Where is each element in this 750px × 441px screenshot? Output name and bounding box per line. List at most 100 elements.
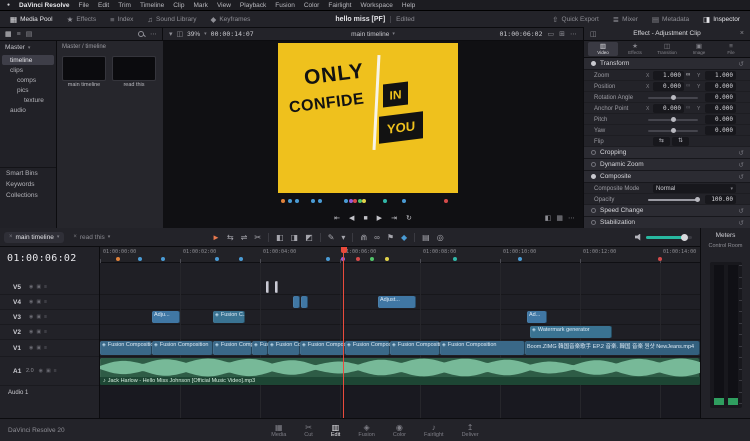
clip-v1-7[interactable]: ◈Fusion Composition: [390, 341, 440, 355]
timeline-marker[interactable]: [370, 257, 374, 261]
timeline-ruler[interactable]: 01:00:00:0001:00:02:0001:00:04:0001:00:0…: [100, 247, 700, 263]
toolbar-button-sound-library[interactable]: ♫Sound Library: [141, 13, 202, 26]
menu-playback[interactable]: Playback: [240, 2, 266, 9]
go-to-last-frame-button[interactable]: ⇥: [391, 214, 397, 222]
clip-v1-9[interactable]: Boom.ZIMG 韓国音楽歌手 EP.2 音楽. 韓国 音楽 원샷 NewJe…: [525, 341, 700, 355]
value-anchor-point-y[interactable]: 0.000: [705, 104, 736, 113]
timeline-select[interactable]: main timeline: [351, 31, 389, 38]
chevron-down-icon[interactable]: ▾: [108, 234, 111, 240]
toolbar-button-mixer[interactable]: ≣Mixer: [607, 13, 644, 26]
value-yaw[interactable]: 0.000: [705, 126, 736, 135]
value-position-x[interactable]: 0.000: [653, 82, 684, 91]
viewer-marker[interactable]: [318, 199, 322, 203]
clip-v1-8[interactable]: ◈Fusion Composition: [440, 341, 525, 355]
track-header-v5[interactable]: V5◉▣≡: [0, 280, 99, 295]
sidebar-keywords[interactable]: Keywords: [0, 179, 56, 190]
control-room-label[interactable]: Control Room: [701, 243, 750, 249]
section-enable-dot[interactable]: [591, 150, 596, 155]
section-header-dynamic-zoom[interactable]: Dynamic Zoom↺: [584, 159, 750, 171]
selection-mode-tool[interactable]: ►: [212, 233, 220, 242]
menu-fairlight[interactable]: Fairlight: [328, 2, 351, 9]
auto-select-icon[interactable]: ≡: [44, 345, 47, 351]
track-lock-icon[interactable]: ▣: [46, 368, 51, 374]
replace-clip-button[interactable]: ◩: [305, 233, 313, 242]
timeline-view-options-button[interactable]: ▤: [422, 233, 430, 242]
timeline-marker[interactable]: [138, 257, 142, 261]
bin-clips[interactable]: clips: [2, 65, 54, 75]
track-lock-icon[interactable]: ▣: [36, 299, 41, 305]
volume-slider[interactable]: [646, 236, 692, 239]
clip-v3-0[interactable]: Adju...: [152, 311, 180, 323]
timeline-marker[interactable]: [326, 257, 330, 261]
reset-icon[interactable]: ↺: [739, 60, 744, 68]
inspector-tab-transition[interactable]: ◫Transition: [652, 42, 682, 56]
timeline-marker[interactable]: [658, 257, 662, 261]
clip-v5-0[interactable]: [266, 281, 269, 293]
track-visibility-icon[interactable]: ◉: [29, 314, 33, 320]
menu-edit[interactable]: Edit: [98, 2, 109, 9]
auto-select-icon[interactable]: ≡: [54, 368, 57, 374]
toolbar-button-metadata[interactable]: ▤Metadata: [646, 13, 695, 26]
media-clip-main-timeline[interactable]: main timeline: [62, 56, 106, 88]
track-lane-v3[interactable]: [100, 310, 700, 325]
track-visibility-icon[interactable]: ◉: [29, 329, 33, 335]
track-lane-v5[interactable]: [100, 280, 700, 295]
timeline-marker[interactable]: [239, 257, 243, 261]
section-header-cropping[interactable]: Cropping↺: [584, 147, 750, 159]
zoom-preset-button[interactable]: ◎: [437, 233, 444, 242]
timeline-body[interactable]: Adjust...Adju...◈Fusion C...Ad...◈Waterm…: [100, 247, 700, 418]
value-anchor-point-x[interactable]: 0.000: [653, 104, 684, 113]
track-lock-icon[interactable]: ▣: [36, 314, 41, 320]
toolbar-button-media-pool[interactable]: ▦Media Pool: [4, 13, 59, 26]
page-fairlight[interactable]: ♪Fairlight: [424, 423, 444, 438]
dynamic-trim-mode-tool[interactable]: ⇌: [241, 233, 248, 242]
reset-icon[interactable]: ↺: [739, 219, 744, 227]
section-enable-dot[interactable]: [591, 162, 596, 167]
bin-timeline[interactable]: timeline: [2, 55, 54, 65]
clip-v1-1[interactable]: ◈Fusion Composition: [152, 341, 213, 355]
menu-workspace[interactable]: Workspace: [360, 2, 392, 9]
overlay-options-icon[interactable]: ⊞: [559, 30, 565, 38]
page-color[interactable]: ◉Color: [393, 423, 406, 438]
razor-edit-mode-tool[interactable]: ✂: [254, 233, 261, 242]
viewer-marker[interactable]: [358, 199, 362, 203]
apple-menu-icon[interactable]: ●: [7, 2, 10, 8]
value-zoom-y[interactable]: 1.000: [705, 71, 736, 80]
track-visibility-icon[interactable]: ◉: [29, 299, 33, 305]
auto-select-icon[interactable]: ≡: [44, 299, 47, 305]
clip-v1-6[interactable]: ◈Fusion Composition: [345, 341, 390, 355]
toolbar-button-index[interactable]: ≡Index: [104, 13, 139, 26]
clip-v1-4[interactable]: ◈Fusion Composition: [268, 341, 300, 355]
viewer-marker[interactable]: [288, 199, 292, 203]
volume-slider-knob[interactable]: [681, 234, 688, 241]
clip-v4-0[interactable]: [293, 296, 300, 308]
menu-trim[interactable]: Trim: [118, 2, 131, 9]
slider-knob[interactable]: [695, 197, 700, 202]
trim-edit-mode-tool[interactable]: ⇆: [227, 233, 234, 242]
clip-v5-1[interactable]: [275, 281, 278, 293]
viewer-marker[interactable]: [281, 199, 285, 203]
playhead-handle[interactable]: [341, 247, 347, 253]
bin-pics[interactable]: pics: [2, 85, 54, 95]
timeline-marker[interactable]: [161, 257, 165, 261]
timeline-marker[interactable]: [385, 257, 389, 261]
step-back-button[interactable]: ◀: [349, 214, 354, 222]
timeline-marker[interactable]: [518, 257, 522, 261]
reset-icon[interactable]: ↺: [739, 161, 744, 169]
clip-v1-2[interactable]: ◈Fusion Composition: [213, 341, 252, 355]
clip-v1-0[interactable]: ◈Fusion Composition: [100, 341, 152, 355]
value-pitch[interactable]: 0.000: [705, 115, 736, 124]
timeline-marker[interactable]: [356, 257, 360, 261]
flip-horizontal-button[interactable]: ⇆: [653, 137, 670, 146]
viewer-marker[interactable]: [383, 199, 387, 203]
track-visibility-icon[interactable]: ◉: [29, 345, 33, 351]
auto-select-icon[interactable]: ≡: [44, 284, 47, 290]
track-visibility-icon[interactable]: ◉: [39, 368, 43, 374]
inspector-tab-image[interactable]: ▣Image: [684, 42, 714, 56]
toolbar-button-quick-export[interactable]: ⇧Quick Export: [546, 13, 605, 26]
clip-v1-5[interactable]: ◈Fusion Composition: [300, 341, 345, 355]
linked-selection-button[interactable]: ∞: [374, 233, 380, 242]
value-zoom-x[interactable]: 1.000: [653, 71, 684, 80]
playhead[interactable]: [343, 247, 344, 418]
clip-v3-2[interactable]: Ad...: [527, 311, 547, 323]
